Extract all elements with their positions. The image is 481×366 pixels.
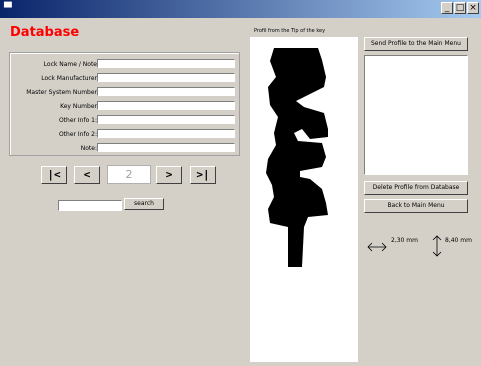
field-row-lock-manufacturer: Lock Manufacturer — [10, 73, 241, 84]
page-title: Database — [10, 25, 80, 40]
search-input[interactable] — [58, 200, 122, 211]
height-value: 8,40 mm — [445, 237, 472, 244]
field-row-lock-name: Lock Name / Note — [10, 59, 241, 70]
window-controls: _ □ × — [440, 2, 479, 14]
field-label: Lock Name / Note — [43, 61, 97, 68]
key-profile-canvas — [250, 37, 358, 362]
lock-manufacturer-input[interactable] — [97, 73, 235, 82]
key-profile-shape — [266, 48, 328, 267]
field-label: Lock Manufacturer — [41, 75, 97, 82]
back-to-main-menu-button[interactable]: Back to Main Menu — [364, 199, 468, 213]
record-counter-input[interactable]: 2 — [107, 165, 151, 184]
field-row-note: Note: — [10, 143, 241, 154]
other-info-2-input[interactable] — [97, 129, 235, 138]
close-button[interactable]: × — [467, 2, 479, 14]
last-record-button[interactable]: >| — [190, 166, 216, 184]
field-row-other-info-2: Other Info 2: — [10, 129, 241, 140]
delete-profile-button[interactable]: Delete Profile from Database — [364, 181, 468, 195]
height-arrow-icon — [432, 235, 442, 257]
profile-listbox[interactable] — [364, 55, 468, 175]
key-profile-path — [266, 48, 328, 267]
next-record-button[interactable]: > — [156, 166, 182, 184]
fields-panel: Lock Name / Note Lock Manufacturer Maste… — [9, 52, 240, 156]
field-row-key-number: Key Number — [10, 101, 241, 112]
field-label: Other Info 1: — [58, 117, 97, 124]
other-info-1-input[interactable] — [97, 115, 235, 124]
send-profile-button[interactable]: Send Profile to the Main Menu — [364, 37, 468, 51]
previous-record-button[interactable]: < — [74, 166, 100, 184]
width-arrow-icon — [367, 242, 387, 252]
note-input[interactable] — [97, 143, 235, 152]
title-bar: ▀ _ □ × — [0, 0, 481, 18]
field-label: Note: — [80, 145, 97, 152]
first-record-button[interactable]: |< — [41, 166, 67, 184]
key-number-input[interactable] — [97, 101, 235, 110]
width-value: 2,30 mm — [391, 237, 418, 244]
maximize-button[interactable]: □ — [454, 2, 466, 14]
minimize-button[interactable]: _ — [441, 2, 453, 14]
master-system-number-input[interactable] — [97, 87, 235, 96]
field-row-master-system: Master System Number — [10, 87, 241, 98]
app-icon[interactable]: ▀ — [4, 2, 12, 16]
profile-label: Profil from the Tip of the key — [254, 28, 326, 34]
field-label: Other Info 2: — [58, 131, 97, 138]
field-label: Key Number — [60, 103, 97, 110]
search-button[interactable]: search — [124, 198, 164, 210]
lock-name-input[interactable] — [97, 59, 235, 68]
field-row-other-info-1: Other Info 1: — [10, 115, 241, 126]
field-label: Master System Number — [26, 89, 97, 96]
